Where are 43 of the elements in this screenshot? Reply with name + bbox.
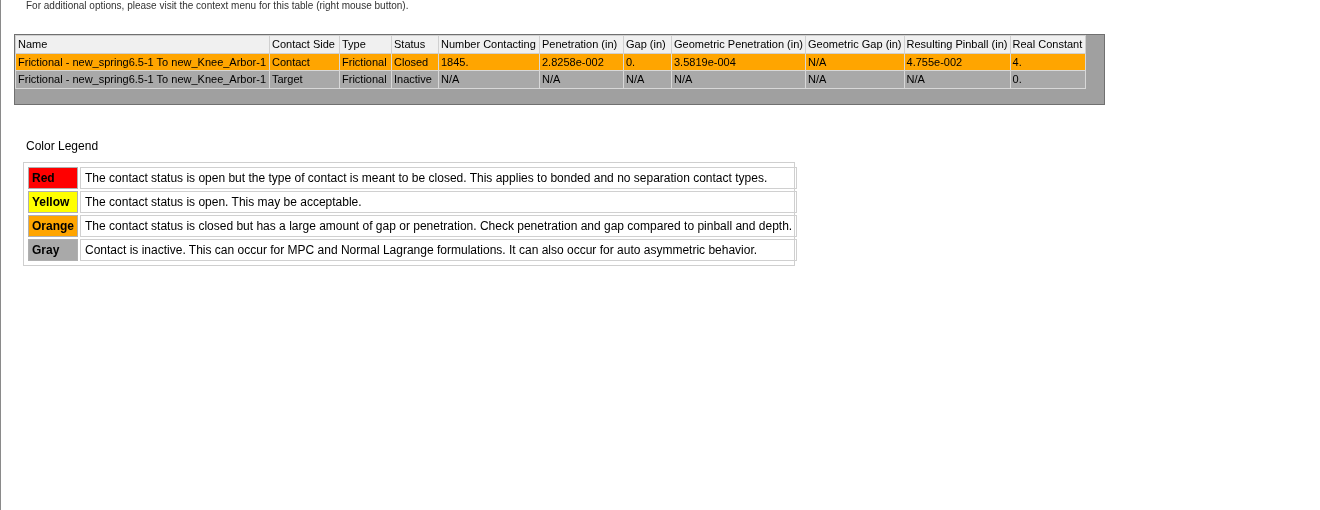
color-swatch: Red [28,167,78,189]
table-cell: Closed [391,53,439,71]
column-header[interactable]: Geometric Penetration (in) [671,35,806,53]
table-cell: N/A [904,70,1011,88]
table-cell: Frictional - new_spring6.5-1 To new_Knee_Arbor-1 [15,53,270,71]
table-cell: N/A [805,53,905,71]
legend-title: Color Legend [25,138,100,155]
column-header[interactable]: Gap (in) [623,35,672,53]
table-cell: N/A [438,70,540,88]
table-cell: Frictional [339,53,392,71]
column-header[interactable]: Name [15,35,270,53]
column-header[interactable]: Number Contacting [438,35,540,53]
table-cell: Inactive [391,70,439,88]
legend-description: The contact status is closed but has a large amount of gap or penetration. Check penetration and gap compared to pinball and depth. [80,215,798,237]
table-cell: 2.8258e-002 [539,53,624,71]
column-header[interactable]: Real Constant [1010,35,1086,53]
legend-description: Contact is inactive. This can occur for MPC and Normal Lagrange formulations. It can also occur for auto asymmetric behavior. [80,239,798,261]
table-cell: N/A [671,70,806,88]
legend-description: The contact status is open but the type of contact is meant to be closed. This applies to bonded and no separation contact types. [80,167,798,189]
column-header[interactable]: Status [391,35,439,53]
legend-description: The contact status is open. This may be acceptable. [80,191,798,213]
table-cell: Frictional [339,70,392,88]
table-cell: Contact [269,53,340,71]
table-cell: 1845. [438,53,540,71]
table-cell: N/A [623,70,672,88]
table-cell: 0. [623,53,672,71]
column-header[interactable]: Contact Side [269,35,340,53]
column-header[interactable]: Penetration (in) [539,35,624,53]
table-cell: N/A [539,70,624,88]
color-swatch: Orange [28,215,78,237]
table-cell: 0. [1010,70,1086,88]
table-cell: N/A [805,70,905,88]
table-cell: 3.5819e-004 [671,53,806,71]
table-cell: 4. [1010,53,1086,71]
table-cell: 4.755e-002 [904,53,1011,71]
instruction-text: For additional options, please visit the context menu for this table (right mouse button). [25,0,410,13]
color-swatch: Gray [28,239,78,261]
column-header[interactable]: Geometric Gap (in) [805,35,905,53]
color-swatch: Yellow [28,191,78,213]
column-header[interactable]: Type [339,35,392,53]
table-cell: Target [269,70,340,88]
table-cell: Frictional - new_spring6.5-1 To new_Knee_Arbor-1 [15,70,270,88]
column-header[interactable]: Resulting Pinball (in) [904,35,1011,53]
